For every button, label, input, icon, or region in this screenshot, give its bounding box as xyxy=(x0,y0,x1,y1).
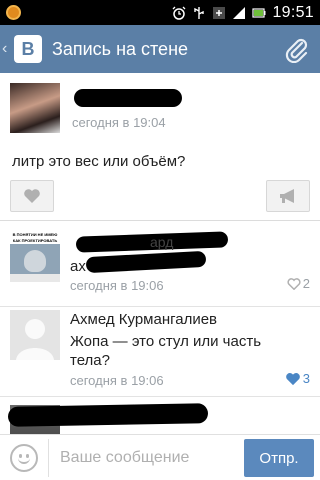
emoji-icon[interactable] xyxy=(10,444,38,472)
comment-like[interactable]: 2 xyxy=(287,276,310,291)
default-avatar-icon xyxy=(16,319,54,360)
post-time: сегодня в 19:04 xyxy=(72,115,166,130)
like-count: 2 xyxy=(302,276,310,291)
heart-icon xyxy=(24,189,40,203)
redacted-author-name xyxy=(74,89,182,107)
comment-text: Жопа — это стул или часть тела? xyxy=(70,333,262,369)
commenter-avatar[interactable]: В ПОНЯТИИ НЕ ИМЕЮ КАК ПРОЕКТИРОВАТЬ xyxy=(10,232,60,282)
composer-divider xyxy=(48,439,49,477)
sync-icon xyxy=(213,6,226,19)
avatar-caption: В ПОНЯТИИ НЕ ИМЕЮ КАК ПРОЕКТИРОВАТЬ xyxy=(10,232,60,244)
app-bar: ‹ В Запись на стене xyxy=(0,25,320,73)
alarm-icon xyxy=(172,6,186,20)
like-button[interactable] xyxy=(10,180,54,212)
like-count: 3 xyxy=(302,371,310,386)
status-icons: 19:51 xyxy=(172,0,314,25)
back-chevron-icon[interactable]: ‹ xyxy=(2,41,7,57)
comment-item: В ПОНЯТИИ НЕ ИМЕЮ КАК ПРОЕКТИРОВАТЬ ард … xyxy=(0,222,320,307)
commenter-name[interactable]: Ахмед Курмангалиев xyxy=(70,311,217,328)
heart-filled-icon xyxy=(285,372,300,385)
author-avatar[interactable] xyxy=(10,83,60,133)
comment-time: сегодня в 19:06 xyxy=(70,373,164,388)
usb-icon xyxy=(194,6,205,19)
commenter-avatar[interactable] xyxy=(10,310,60,360)
vk-logo-icon[interactable]: В xyxy=(14,35,42,63)
paperclip-icon[interactable] xyxy=(282,35,310,63)
send-button[interactable]: Отпр. xyxy=(244,439,314,477)
message-input[interactable] xyxy=(60,444,230,472)
commenter-name-fragment: ард xyxy=(150,234,174,250)
comment-item: Ахмед Курмангалиев Жопа — это стул или ч… xyxy=(0,307,320,397)
share-button[interactable] xyxy=(266,180,310,212)
comment-like[interactable]: 3 xyxy=(285,371,310,386)
app-notification-icon xyxy=(6,5,21,20)
page-title: Запись на стене xyxy=(52,39,189,59)
megaphone-icon xyxy=(280,189,294,203)
heart-outline-icon xyxy=(287,277,301,290)
comment-item xyxy=(0,397,320,434)
wall-post: сегодня в 19:04 литр это вес или объём? xyxy=(0,73,320,221)
battery-charging-icon xyxy=(252,7,266,18)
signal-icon xyxy=(233,6,246,19)
status-bar: 19:51 xyxy=(0,0,320,25)
message-composer: Отпр. xyxy=(0,434,320,480)
post-text: литр это вес или объём? xyxy=(12,153,186,170)
status-time: 19:51 xyxy=(272,3,314,21)
comment-time: сегодня в 19:06 xyxy=(70,278,164,293)
redacted-commenter-name xyxy=(7,403,209,427)
